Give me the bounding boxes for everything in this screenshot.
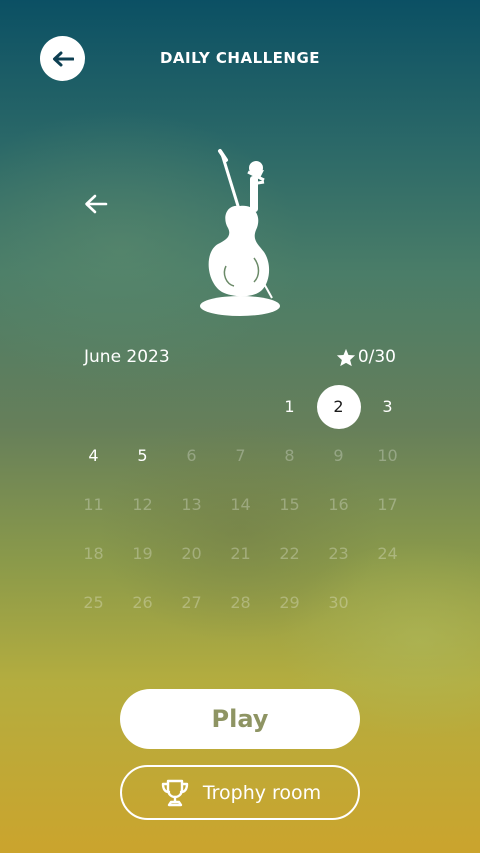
- calendar-day: 7: [216, 431, 265, 480]
- arrow-left-icon: [85, 194, 108, 214]
- violin-icon: [200, 149, 280, 316]
- calendar-day-label: 27: [181, 593, 202, 612]
- month-label: June 2023: [84, 347, 170, 367]
- calendar-day: 11: [69, 480, 118, 529]
- trophy-room-button[interactable]: Trophy room: [120, 765, 360, 820]
- calendar-day-label: 3: [382, 397, 393, 416]
- trophy-room-label: Trophy room: [202, 781, 322, 804]
- calendar-day-label: 28: [230, 593, 251, 612]
- calendar-day-label: 4: [88, 446, 99, 465]
- calendar-day: 23: [314, 529, 363, 578]
- calendar-day: 22: [265, 529, 314, 578]
- calendar-day: 27: [167, 578, 216, 627]
- calendar-day-label: 2: [316, 384, 361, 429]
- calendar-day-label: 9: [333, 446, 344, 465]
- calendar-blank: [118, 382, 167, 431]
- calendar-day-label: 11: [83, 495, 104, 514]
- calendar-day-label: 17: [377, 495, 398, 514]
- calendar-day-label: 30: [328, 593, 349, 612]
- play-button[interactable]: Play: [120, 689, 360, 749]
- calendar-day: 30: [314, 578, 363, 627]
- calendar-day-label: 26: [132, 593, 153, 612]
- calendar-day-label: 1: [284, 397, 295, 416]
- page-title: DAILY CHALLENGE: [159, 49, 321, 67]
- calendar-day: 6: [167, 431, 216, 480]
- calendar-day-label: 8: [284, 446, 295, 465]
- calendar-day-label: 18: [83, 544, 104, 563]
- calendar-day-label: 25: [83, 593, 104, 612]
- previous-month-button[interactable]: [82, 191, 110, 217]
- calendar-day: 19: [118, 529, 167, 578]
- calendar-day-label: 10: [377, 446, 398, 465]
- calendar-day-label: 16: [328, 495, 349, 514]
- calendar-day: 9: [314, 431, 363, 480]
- calendar-day: 10: [363, 431, 412, 480]
- calendar-day-label: 24: [377, 544, 398, 563]
- calendar-day: 17: [363, 480, 412, 529]
- calendar-day: 16: [314, 480, 363, 529]
- calendar-day[interactable]: 3: [363, 382, 412, 431]
- calendar-day: 24: [363, 529, 412, 578]
- calendar-day-label: 20: [181, 544, 202, 563]
- calendar-day: 15: [265, 480, 314, 529]
- calendar-blank: [167, 382, 216, 431]
- calendar-day-label: 5: [137, 446, 148, 465]
- trophy-icon: [161, 779, 189, 806]
- calendar-day[interactable]: 4: [69, 431, 118, 480]
- calendar-day: 18: [69, 529, 118, 578]
- calendar-day[interactable]: 5: [118, 431, 167, 480]
- calendar-day: 28: [216, 578, 265, 627]
- calendar-day-label: 6: [186, 446, 197, 465]
- calendar-day: 8: [265, 431, 314, 480]
- calendar-blank: [69, 382, 118, 431]
- calendar-day: 29: [265, 578, 314, 627]
- calendar-day-label: 14: [230, 495, 251, 514]
- calendar-day: 13: [167, 480, 216, 529]
- calendar-day-label: 12: [132, 495, 153, 514]
- calendar-day: 26: [118, 578, 167, 627]
- calendar-day-label: 7: [235, 446, 246, 465]
- calendar-day: 20: [167, 529, 216, 578]
- calendar-day: 12: [118, 480, 167, 529]
- calendar-day-label: 15: [279, 495, 300, 514]
- star-count: 0/30: [336, 347, 396, 367]
- play-label: Play: [211, 705, 269, 733]
- calendar-day-label: 29: [279, 593, 300, 612]
- calendar-day[interactable]: 1: [265, 382, 314, 431]
- calendar-day-label: 23: [328, 544, 349, 563]
- calendar-day-selected[interactable]: 2: [314, 382, 363, 431]
- star-count-label: 0/30: [357, 347, 396, 367]
- calendar-day-label: 13: [181, 495, 202, 514]
- calendar-day-label: 21: [230, 544, 251, 563]
- calendar-blank: [216, 382, 265, 431]
- calendar-day-label: 22: [279, 544, 300, 563]
- calendar-day: 25: [69, 578, 118, 627]
- calendar-day: 14: [216, 480, 265, 529]
- star-icon: [336, 348, 355, 366]
- calendar-day: 21: [216, 529, 265, 578]
- calendar-day-label: 19: [132, 544, 153, 563]
- calendar-grid: 1 2 3 4 5 6 7 8 9 10 11 12 13 14 15 16 17 18 19 20 21 22 23 24 2…: [69, 382, 412, 627]
